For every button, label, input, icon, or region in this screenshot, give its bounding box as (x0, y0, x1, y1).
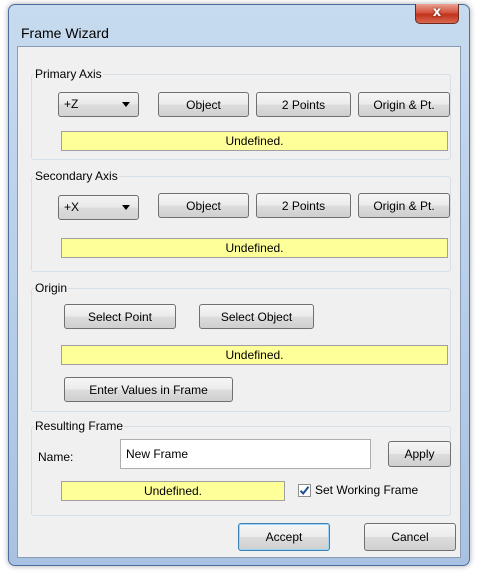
set-working-frame-label[interactable]: Set Working Frame (315, 483, 418, 497)
secondary-origin-pt-button[interactable]: Origin & Pt. (358, 193, 450, 218)
secondary-axis-label: Secondary Axis (34, 169, 119, 183)
close-icon: x (432, 5, 442, 20)
origin-label: Origin (34, 281, 69, 295)
apply-button[interactable]: Apply (388, 441, 451, 467)
secondary-axis-direction-value: +X (64, 200, 80, 214)
dialog-client-area: Primary Axis +Z Object 2 Points Origin &… (17, 46, 461, 558)
cancel-button[interactable]: Cancel (364, 523, 456, 551)
accept-button[interactable]: Accept (238, 523, 330, 551)
window-title: Frame Wizard (21, 25, 109, 41)
secondary-axis-status: Undefined. (61, 238, 448, 258)
secondary-axis-direction-select[interactable]: +X (58, 195, 139, 220)
chevron-down-icon (122, 205, 130, 210)
origin-status: Undefined. (61, 345, 448, 365)
secondary-two-points-button[interactable]: 2 Points (256, 193, 351, 218)
set-working-frame-checkbox[interactable] (298, 484, 311, 497)
frame-name-label: Name: (38, 450, 74, 464)
checkmark-icon (299, 486, 310, 496)
resulting-frame-status: Undefined. (61, 481, 285, 501)
title-bar[interactable]: Frame Wizard x (9, 4, 469, 41)
chevron-down-icon (122, 102, 130, 107)
primary-object-button[interactable]: Object (158, 92, 249, 117)
primary-axis-status: Undefined. (61, 131, 448, 151)
frame-name-input[interactable] (120, 439, 371, 469)
primary-axis-direction-value: +Z (64, 97, 79, 111)
frame-wizard-window: Frame Wizard x Primary Axis +Z Object 2 … (8, 4, 470, 566)
enter-values-in-frame-button[interactable]: Enter Values in Frame (64, 377, 233, 402)
primary-axis-label: Primary Axis (34, 67, 103, 81)
close-button[interactable]: x (415, 4, 459, 24)
secondary-object-button[interactable]: Object (158, 193, 249, 218)
select-object-button[interactable]: Select Object (199, 304, 314, 329)
primary-origin-pt-button[interactable]: Origin & Pt. (358, 92, 450, 117)
select-point-button[interactable]: Select Point (64, 304, 176, 329)
resulting-frame-label: Resulting Frame (34, 419, 125, 433)
primary-two-points-button[interactable]: 2 Points (256, 92, 351, 117)
primary-axis-direction-select[interactable]: +Z (58, 92, 139, 117)
